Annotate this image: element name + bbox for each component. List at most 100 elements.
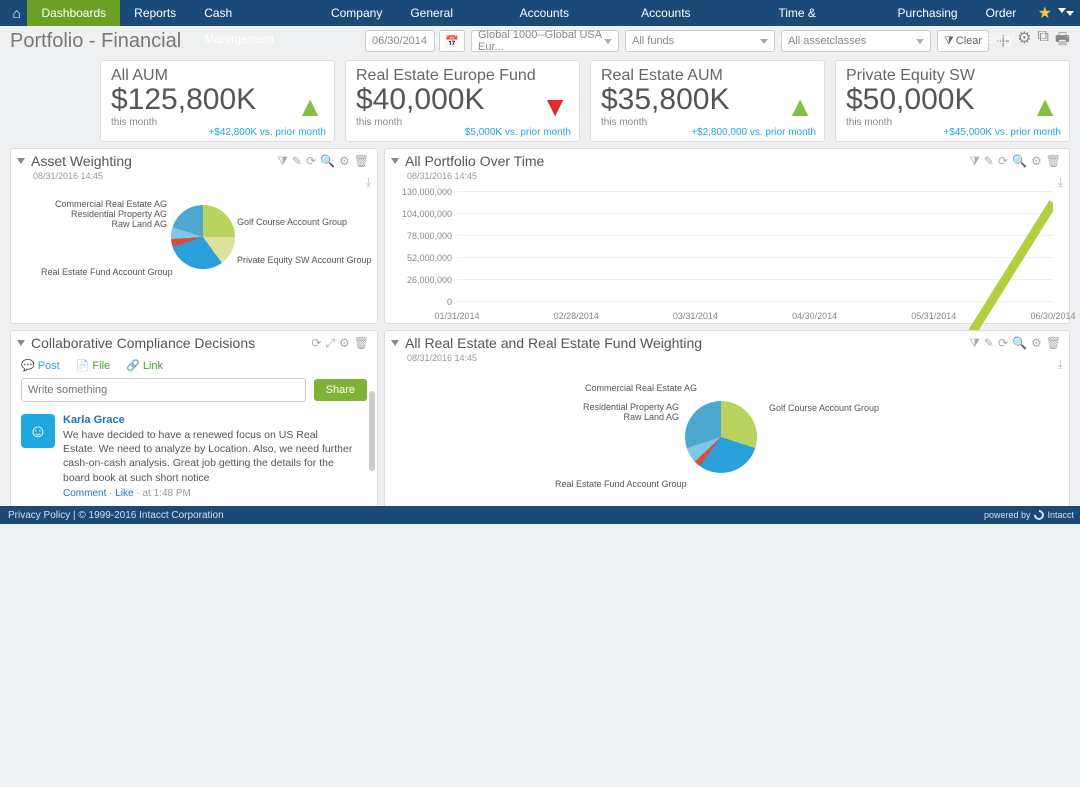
gear-icon[interactable]: ⚙ — [339, 154, 350, 169]
kpi-compare: +$2,800,000 vs. prior month — [691, 127, 816, 138]
refresh-icon[interactable]: ⟳ — [306, 154, 316, 169]
x-tick: 04/30/2014 — [792, 311, 837, 321]
panel-portfolio-time: All Portfolio Over Time ⧩ ✎ ⟳ 🔍 ⚙ 🗑 08/3… — [384, 148, 1070, 324]
kpi-re-aum[interactable]: Real Estate AUM $35,800K this month ▲ +$… — [590, 60, 825, 142]
clear-button[interactable]: ⧩Clear — [937, 30, 989, 52]
nav-more-icon[interactable] — [1066, 11, 1074, 16]
collapse-icon[interactable] — [17, 340, 25, 346]
pie-label: Private Equity SW Account Group — [237, 255, 372, 265]
nav-accounts-payable[interactable]: Accounts Payable — [506, 0, 628, 26]
chart-export-icon[interactable]: ⤓ — [1058, 175, 1063, 190]
nav-accounts-receivable[interactable]: Accounts Receivable — [627, 0, 764, 26]
write-input[interactable] — [21, 378, 306, 402]
nav-cash-management[interactable]: Cash Management — [190, 0, 317, 26]
arrow-up-icon: ▲ — [786, 91, 814, 123]
post-action[interactable]: 💬 Post — [21, 359, 60, 372]
y-tick: 26,000,000 — [397, 275, 452, 285]
calendar-icon[interactable]: 📅 — [439, 30, 465, 52]
file-action[interactable]: 📄 File — [76, 359, 110, 372]
pie-label: Real Estate Fund Account Group — [555, 479, 687, 489]
collapse-icon[interactable] — [17, 158, 25, 164]
pie-label: Commercial Real Estate AGResidential Pro… — [55, 199, 167, 229]
panel-title: All Portfolio Over Time — [405, 153, 544, 169]
favorites-star-icon[interactable]: ★ — [1038, 3, 1052, 23]
intacct-logo-icon — [1032, 508, 1046, 522]
y-tick: 130,000,000 — [397, 187, 452, 197]
x-tick: 01/31/2014 — [434, 311, 479, 321]
trash-icon[interactable]: 🗑 — [1046, 336, 1061, 351]
nav-company[interactable]: Company — [317, 0, 396, 26]
feed-text: We have decided to have a renewed focus … — [63, 428, 353, 485]
print-icon[interactable]: 🖶 — [1055, 28, 1070, 55]
collapse-icon[interactable] — [391, 340, 399, 346]
funnel-icon[interactable]: ⧩ — [277, 154, 288, 169]
collapse-icon[interactable] — [391, 158, 399, 164]
panel-asset-weighting: Asset Weighting ⧩ ✎ ⟳ 🔍 ⚙ 🗑 08/31/2016 1… — [10, 148, 378, 324]
pie-label: Real Estate Fund Account Group — [41, 267, 173, 277]
search-icon[interactable]: 🔍 — [1012, 154, 1027, 169]
trash-icon[interactable]: 🗑 — [354, 154, 369, 169]
pie-label: Commercial Real Estate AG — [585, 383, 685, 393]
copy-icon[interactable]: ⧉ — [1037, 28, 1048, 55]
entity-select[interactable]: Global 1000--Global USA Eur... — [471, 30, 619, 52]
refresh-icon[interactable]: ⟳ — [311, 336, 321, 351]
re-weighting-pie[interactable] — [685, 401, 757, 473]
nav-time-expenses[interactable]: Time & Expenses — [764, 0, 883, 26]
x-tick: 05/31/2014 — [911, 311, 956, 321]
kpi-compare: +$45,000K vs. prior month — [943, 127, 1061, 138]
feed-author[interactable]: Karla Grace — [63, 414, 353, 426]
home-icon[interactable]: ⌂ — [6, 0, 27, 26]
nav-reports[interactable]: Reports — [120, 0, 190, 26]
panel-title: Collaborative Compliance Decisions — [31, 335, 255, 351]
pie-label: Golf Course Account Group — [769, 403, 879, 413]
y-tick: 78,000,000 — [397, 231, 452, 241]
avatar-icon: ☺ — [21, 414, 55, 448]
scrollbar[interactable] — [369, 391, 375, 471]
search-icon[interactable]: 🔍 — [1012, 336, 1027, 351]
comment-link[interactable]: Comment — [63, 488, 106, 499]
assetclass-select[interactable]: All assetclasses — [781, 30, 931, 52]
footer-text: Privacy Policy | © 1999-2016 Intacct Cor… — [8, 510, 224, 521]
edit-icon[interactable]: ✎ — [984, 336, 994, 351]
portfolio-line-chart[interactable]: 130,000,000 104,000,000 78,000,000 52,00… — [397, 191, 1057, 321]
asset-weighting-pie[interactable] — [171, 205, 235, 269]
refresh-icon[interactable]: ⟳ — [998, 154, 1008, 169]
trash-icon[interactable]: 🗑 — [1046, 154, 1061, 169]
link-action[interactable]: 🔗 Link — [126, 359, 163, 372]
kpi-pe-sw[interactable]: Private Equity SW $50,000K this month ▲ … — [835, 60, 1070, 142]
kpi-re-europe[interactable]: Real Estate Europe Fund $40,000K this mo… — [345, 60, 580, 142]
pie-label: Residential Property AGRaw Land AG — [559, 402, 679, 422]
funnel-icon[interactable]: ⧩ — [969, 154, 980, 169]
funds-select[interactable]: All funds — [625, 30, 775, 52]
panel-re-weighting: All Real Estate and Real Estate Fund Wei… — [384, 330, 1070, 508]
filter-bar: Portfolio - Financial 06/30/2014 📅 Globa… — [0, 26, 1080, 56]
gear-icon[interactable]: ⚙ — [1031, 336, 1042, 351]
gear-icon[interactable]: ⚙ — [1017, 28, 1031, 55]
arrow-up-icon: ▲ — [1031, 91, 1059, 123]
favorites-chevron-icon[interactable] — [1058, 8, 1066, 13]
kpi-row: All AUM $125,800K this month ▲ +$42,800K… — [0, 56, 1080, 148]
nav-general-ledger[interactable]: General Ledger — [396, 0, 505, 26]
kpi-compare: +$42,800K vs. prior month — [208, 127, 326, 138]
kpi-value: $35,800K — [601, 83, 814, 117]
panel-timestamp: 08/31/2016 14:45 — [385, 353, 1069, 367]
feed-item: ☺ Karla Grace We have decided to have a … — [11, 410, 377, 503]
refresh-icon[interactable]: ⟳ — [998, 336, 1008, 351]
nav-dashboards[interactable]: Dashboards — [27, 0, 120, 26]
date-select[interactable]: 06/30/2014 — [365, 30, 435, 52]
popout-icon[interactable]: ⤢ — [325, 336, 335, 351]
search-icon[interactable]: 🔍 — [320, 154, 335, 169]
panel-timestamp: 08/31/2016 14:45 — [11, 171, 377, 185]
like-link[interactable]: Like — [115, 488, 133, 499]
gear-icon[interactable]: ⚙ — [1031, 154, 1042, 169]
edit-icon[interactable]: ✎ — [984, 154, 994, 169]
trash-icon[interactable]: 🗑 — [354, 336, 369, 351]
kpi-all-aum[interactable]: All AUM $125,800K this month ▲ +$42,800K… — [100, 60, 335, 142]
gear-icon[interactable]: ⚙ — [339, 336, 350, 351]
powered-by: powered by Intacct — [984, 506, 1074, 524]
funnel-icon[interactable]: ⧩ — [969, 336, 980, 351]
share-button[interactable]: Share — [314, 379, 367, 401]
page-title: Portfolio - Financial — [10, 30, 181, 53]
edit-icon[interactable]: ✎ — [292, 154, 302, 169]
nav-purchasing[interactable]: Purchasing — [884, 0, 972, 26]
